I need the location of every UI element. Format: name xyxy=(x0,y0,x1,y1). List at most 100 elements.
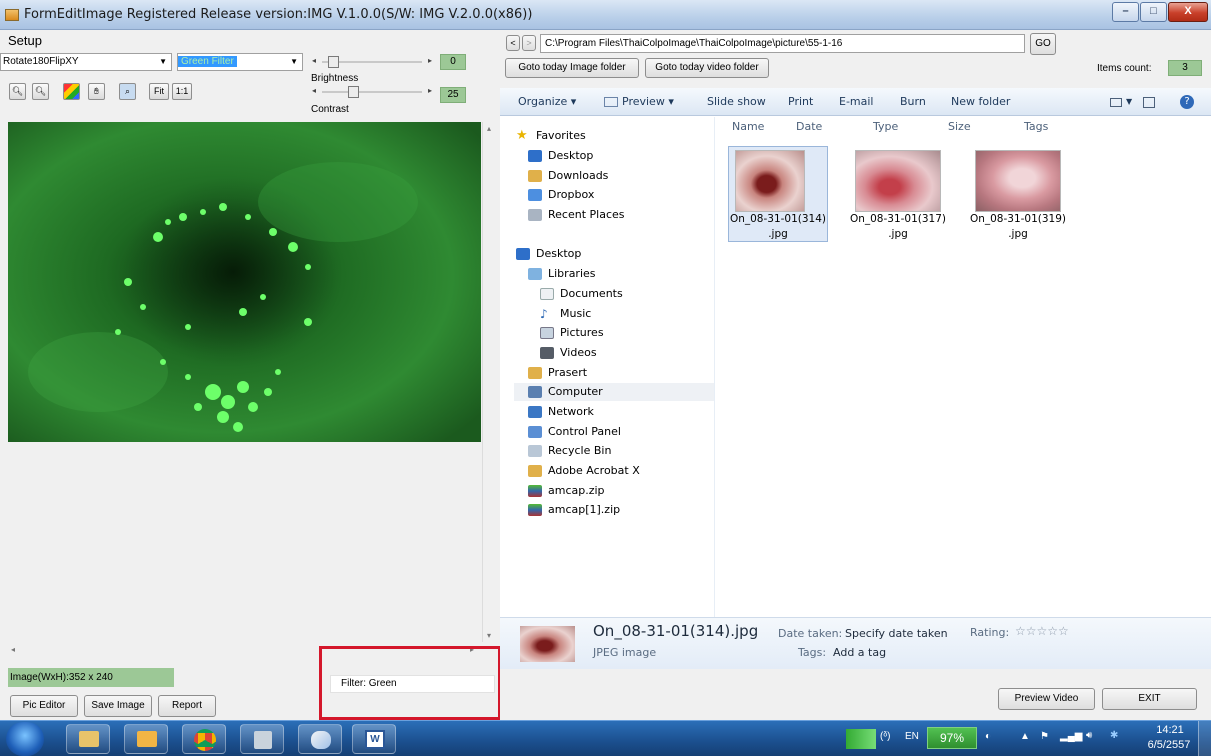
nav-network[interactable]: Network xyxy=(528,403,594,421)
power-icon[interactable]: ◐ xyxy=(985,731,991,742)
slideshow-button[interactable]: Slide show xyxy=(707,95,766,108)
date-taken-label: Date taken: xyxy=(778,627,843,640)
language-indicator[interactable]: EN xyxy=(905,731,919,742)
nav-recycle-bin[interactable]: Recycle Bin xyxy=(528,442,611,460)
scroll-left-icon[interactable]: ◂ xyxy=(11,645,15,654)
wireless-icon[interactable]: (ᵟ) xyxy=(880,731,890,742)
goto-today-video-button[interactable]: Goto today video folder xyxy=(645,58,769,78)
nav-videos[interactable]: Videos xyxy=(540,344,597,362)
zoom-out-icon[interactable]: 🔍︎ xyxy=(9,83,26,100)
forward-button[interactable]: > xyxy=(522,35,536,51)
organize-menu[interactable]: Organize ▾ xyxy=(518,95,576,108)
close-button[interactable]: X xyxy=(1168,2,1208,22)
view-options-icon[interactable] xyxy=(1110,98,1122,107)
column-name[interactable]: Name xyxy=(732,120,764,133)
nav-downloads[interactable]: Downloads xyxy=(528,167,608,185)
paint-taskbar-icon[interactable] xyxy=(298,724,342,754)
email-button[interactable]: E-mail xyxy=(839,95,874,108)
control-panel-icon xyxy=(528,426,542,438)
image-view[interactable] xyxy=(8,122,481,442)
column-tags[interactable]: Tags xyxy=(1024,120,1048,133)
rotate-select[interactable]: Rotate180FlipXY ▼ xyxy=(0,53,172,71)
date-taken-value[interactable]: Specify date taken xyxy=(845,627,948,640)
path-input[interactable]: C:\Program Files\ThaiColpoImage\ThaiColp… xyxy=(540,34,1025,53)
preview-pane-icon[interactable] xyxy=(1143,97,1155,108)
hand-pan-icon[interactable]: ✋︎ xyxy=(88,83,105,100)
fit-button[interactable]: Fit xyxy=(149,83,169,100)
go-button[interactable]: GO xyxy=(1030,33,1056,55)
clock-time[interactable]: 14:21 xyxy=(1148,724,1192,736)
color-icon[interactable] xyxy=(63,83,80,100)
file-thumbnail[interactable] xyxy=(735,150,805,212)
nav-recent-places[interactable]: Recent Places xyxy=(528,206,625,224)
column-type[interactable]: Type xyxy=(873,120,898,133)
nav-music[interactable]: ♪ Music xyxy=(540,305,591,323)
file-thumbnail[interactable] xyxy=(855,150,941,212)
goto-today-image-button[interactable]: Goto today Image folder xyxy=(505,58,639,78)
file-name[interactable]: On_08-31-01(317) .jpg xyxy=(843,212,953,242)
scroll-up-icon[interactable]: ▴ xyxy=(487,124,491,133)
nav-pictures[interactable]: Pictures xyxy=(540,324,604,342)
start-button[interactable] xyxy=(6,722,44,756)
nav-desktop[interactable]: Desktop xyxy=(516,245,581,263)
chevron-down-icon[interactable]: ▼ xyxy=(1126,97,1132,106)
report-button[interactable]: Report xyxy=(158,695,216,717)
nav-amcap1-zip[interactable]: amcap[1].zip xyxy=(528,501,620,519)
new-folder-button[interactable]: New folder xyxy=(951,95,1010,108)
nav-amcap-zip[interactable]: amcap.zip xyxy=(528,482,605,500)
camera-app-taskbar-icon[interactable] xyxy=(240,724,284,754)
minimize-button[interactable]: – xyxy=(1112,2,1139,22)
nav-documents[interactable]: Documents xyxy=(540,285,623,303)
slider-thumb[interactable] xyxy=(348,86,359,98)
file-name[interactable]: On_08-31-01(314) .jpg xyxy=(723,212,833,242)
zoom-in-icon[interactable]: 🔍︎ xyxy=(32,83,49,100)
nav-prasert[interactable]: Prasert xyxy=(528,364,587,382)
back-button[interactable]: < xyxy=(506,35,520,51)
file-name[interactable]: On_08-31-01(319) .jpg xyxy=(963,212,1073,242)
battery-indicator[interactable]: 97% xyxy=(927,727,977,749)
column-size[interactable]: Size xyxy=(948,120,971,133)
one-to-one-button[interactable]: 1:1 xyxy=(172,83,192,100)
slider-thumb[interactable] xyxy=(328,56,339,68)
tags-value[interactable]: Add a tag xyxy=(833,646,886,659)
preview-video-button[interactable]: Preview Video xyxy=(998,688,1095,710)
nav-favorites[interactable]: ★ Favorites xyxy=(516,127,586,145)
rating-stars[interactable]: ☆☆☆☆☆ xyxy=(1015,624,1069,638)
image-vertical-scrollbar[interactable]: ▴ ▾ xyxy=(482,122,499,642)
save-image-button[interactable]: Save Image xyxy=(84,695,152,717)
nav-libraries[interactable]: Libraries xyxy=(528,265,596,283)
help-icon[interactable]: ? xyxy=(1180,95,1194,109)
volume-icon[interactable]: 🔊︎ xyxy=(1086,730,1092,741)
exit-button[interactable]: EXIT xyxy=(1102,688,1197,710)
maximize-button[interactable]: □ xyxy=(1140,2,1167,22)
show-hidden-icons[interactable]: ▲ xyxy=(1020,731,1030,742)
burn-button[interactable]: Burn xyxy=(900,95,926,108)
top-slider[interactable]: ◂ ▸ xyxy=(312,55,432,69)
bluetooth-icon[interactable]: ✱ xyxy=(1110,730,1118,741)
scroll-down-icon[interactable]: ▾ xyxy=(487,631,491,640)
pic-editor-button[interactable]: Pic Editor xyxy=(10,695,78,717)
nav-adobe-acrobat[interactable]: Adobe Acrobat X xyxy=(528,462,640,480)
nav-computer[interactable]: Computer xyxy=(514,383,714,401)
action-center-icon[interactable]: ⚑ xyxy=(1040,731,1049,742)
nav-control-panel[interactable]: Control Panel xyxy=(528,423,621,441)
word-taskbar-icon[interactable]: W xyxy=(352,724,396,754)
show-desktop-button[interactable] xyxy=(1198,721,1211,756)
signal-strength-icon[interactable] xyxy=(846,729,876,749)
outlook-taskbar-icon[interactable] xyxy=(124,724,168,754)
nav-label: Videos xyxy=(560,346,597,359)
nav-fav-desktop[interactable]: Desktop xyxy=(528,147,593,165)
select-zoom-icon[interactable]: ⌕ xyxy=(119,83,136,100)
network-status-icon[interactable]: ▂▄▆ xyxy=(1060,731,1082,742)
setup-menu[interactable]: Setup xyxy=(8,33,42,48)
brightness-slider[interactable]: ◂ ▸ xyxy=(312,85,432,99)
nav-dropbox[interactable]: Dropbox xyxy=(528,186,594,204)
explorer-taskbar-icon[interactable] xyxy=(66,724,110,754)
print-button[interactable]: Print xyxy=(788,95,813,108)
column-date[interactable]: Date xyxy=(796,120,822,133)
preview-menu[interactable]: Preview ▾ xyxy=(622,95,674,108)
clock-date[interactable]: 6/5/2557 xyxy=(1144,739,1194,751)
filter-select[interactable]: Green Filter ▼ xyxy=(177,53,303,71)
file-thumbnail[interactable] xyxy=(975,150,1061,212)
chrome-taskbar-icon[interactable] xyxy=(182,724,226,754)
